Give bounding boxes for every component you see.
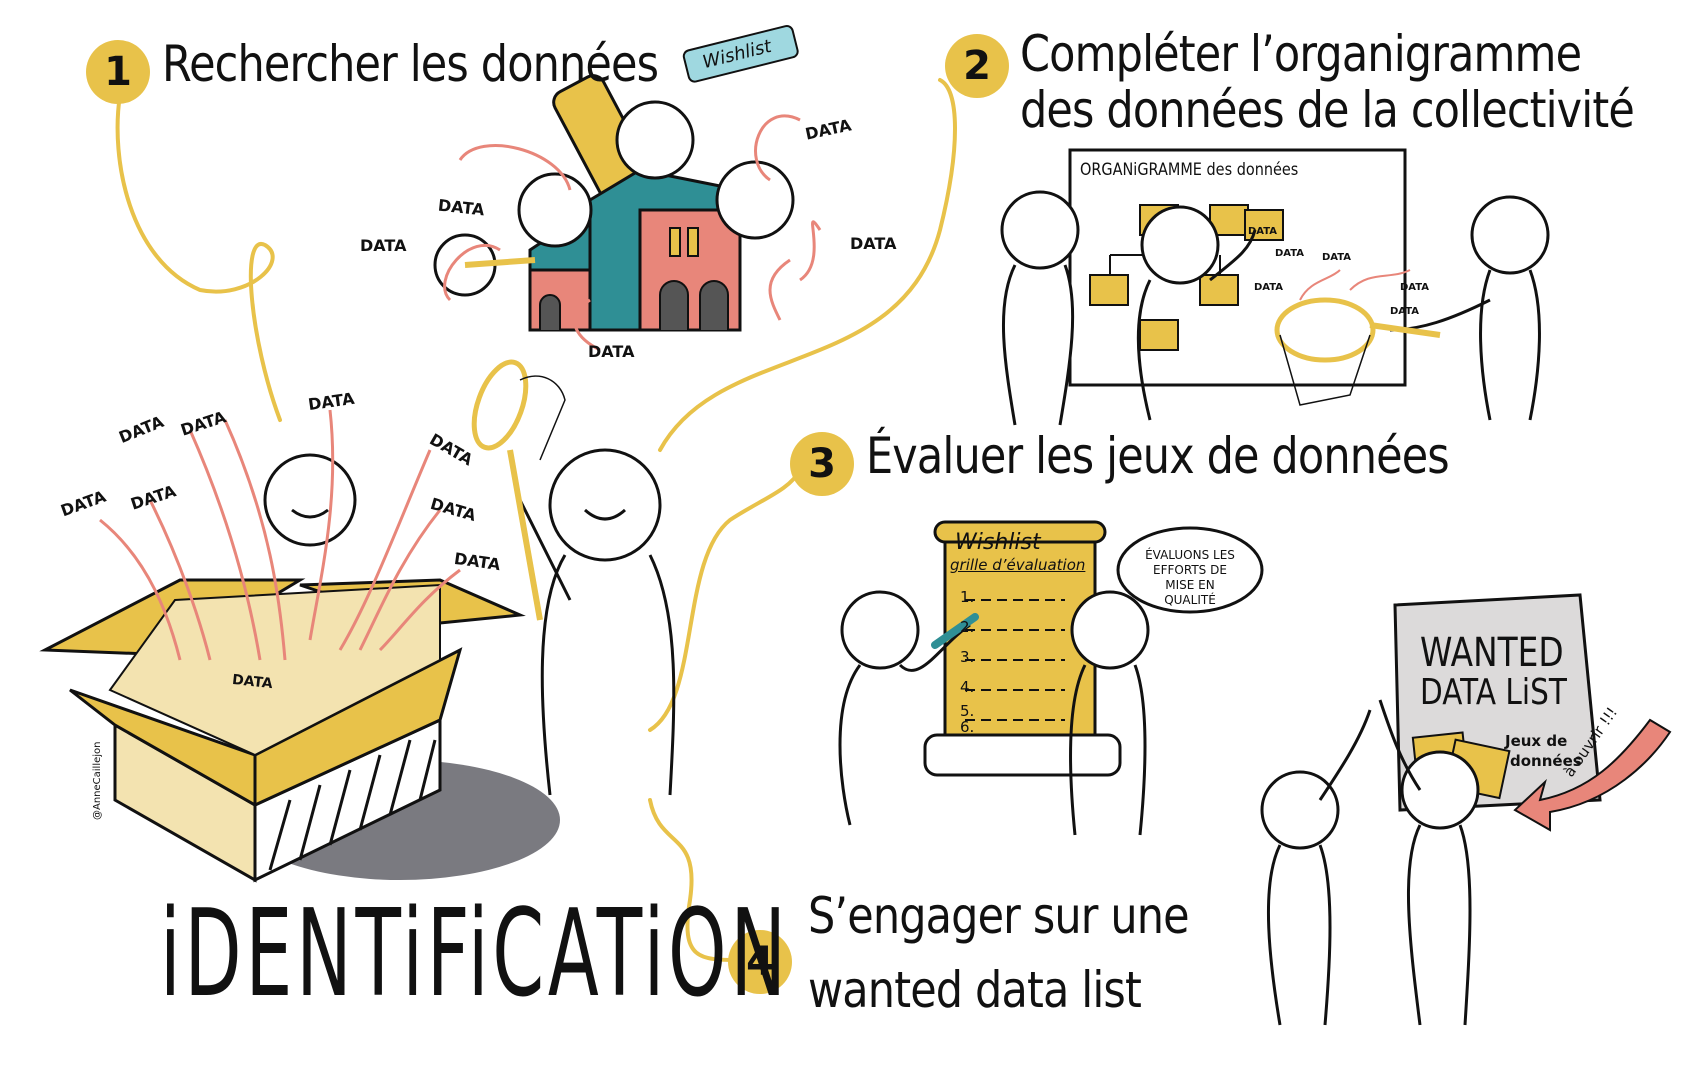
data-label: DATA bbox=[1400, 282, 1430, 293]
scroll-subtitle: grille d’évaluation bbox=[950, 556, 1086, 574]
scroll-item: 3. bbox=[960, 648, 975, 666]
orgchart-title: ORGANiGRAMME des données bbox=[1080, 160, 1299, 180]
step-2-title-line1: Compléter l’organigramme bbox=[1020, 25, 1582, 83]
data-label: DATA bbox=[360, 236, 407, 255]
data-label: DATA bbox=[850, 234, 897, 253]
step-2-title-line2: des données de la collectivité bbox=[1020, 81, 1635, 139]
scroll-item: 2. bbox=[960, 618, 975, 636]
poster-title-line1: WANTED bbox=[1420, 630, 1564, 676]
step-1-title: Rechercher les données bbox=[162, 35, 659, 93]
scroll-title: Wishlist bbox=[955, 530, 1041, 555]
data-label: DATA bbox=[1248, 226, 1278, 237]
step-1-badge: 1 bbox=[86, 40, 150, 104]
data-label: DATA bbox=[1322, 252, 1352, 263]
step-3-badge: 3 bbox=[790, 432, 854, 496]
speech-bubble-text: ÉVALUONS LES EFFORTS DE MISE EN QUALITÉ bbox=[1145, 548, 1235, 607]
data-label: DATA bbox=[588, 342, 635, 361]
data-label: DATA bbox=[1390, 306, 1420, 317]
data-label: DATA bbox=[1275, 248, 1305, 259]
artist-signature: @AnneCaillejon bbox=[92, 741, 103, 820]
scroll-item: 6. bbox=[960, 718, 975, 736]
step-2-badge: 2 bbox=[945, 34, 1009, 98]
step-4-title-line1: S’engager sur une bbox=[808, 887, 1190, 945]
main-title: iDENTiFiCATiON bbox=[160, 885, 790, 1024]
illustration: 1 Rechercher les données 2 Compléter l’o… bbox=[0, 0, 1688, 1080]
scroll-item: 1. bbox=[960, 588, 975, 606]
poster-title-line2: DATA LiST bbox=[1420, 672, 1567, 713]
data-label: DATA bbox=[1254, 282, 1284, 293]
step-4-title-line2: wanted data list bbox=[808, 961, 1142, 1019]
step-3-title: Évaluer les jeux de données bbox=[866, 427, 1450, 485]
poster-caption-line1: Jeux de bbox=[1505, 732, 1568, 750]
scroll-item: 4. bbox=[960, 678, 975, 696]
